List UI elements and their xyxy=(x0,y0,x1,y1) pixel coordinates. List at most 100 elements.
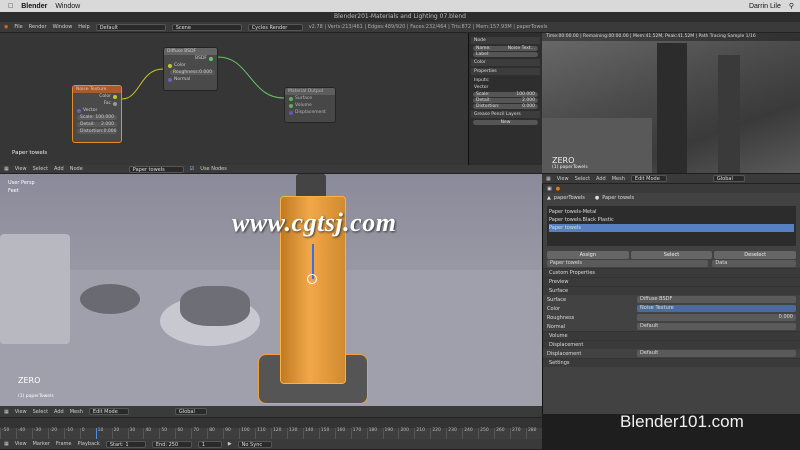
list-item[interactable]: Paper towels xyxy=(549,224,794,232)
use-nodes-checkbox[interactable]: ☑ xyxy=(190,166,194,172)
menu-frame[interactable]: Frame xyxy=(56,441,72,447)
menu-playback[interactable]: Playback xyxy=(78,441,100,447)
output-socket[interactable] xyxy=(113,101,117,106)
sync-select[interactable]: No Sync xyxy=(237,440,272,448)
grease-pencil-section[interactable]: Grease Pencil Layers xyxy=(471,111,540,118)
output-socket[interactable] xyxy=(113,94,117,99)
distortion-input[interactable]: Distortion: 0.000 xyxy=(77,129,117,134)
list-item[interactable]: Paper towels.Black Plastic xyxy=(549,216,794,224)
node-section[interactable]: Node xyxy=(471,37,540,44)
surface-shader-select[interactable]: Diffuse BSDF xyxy=(637,296,796,303)
deselect-button[interactable]: Deselect xyxy=(714,250,797,259)
menu-app[interactable]: Blender xyxy=(21,3,47,10)
editor-type-icon[interactable]: ▦ xyxy=(4,166,9,172)
color-link-select[interactable]: Noise Texture xyxy=(637,305,796,312)
current-frame-field[interactable]: 1 xyxy=(197,440,222,448)
apple-icon[interactable]:  xyxy=(8,3,13,10)
scale-field[interactable]: Scale: 100.000 xyxy=(473,92,538,97)
scene-select[interactable]: Scene xyxy=(171,23,242,31)
select-button[interactable]: Select xyxy=(630,250,713,259)
properties-section[interactable]: Properties xyxy=(471,68,540,75)
towel-cap[interactable] xyxy=(296,174,326,196)
color-section[interactable]: Color xyxy=(471,59,540,66)
diffuse-bsdf-node[interactable]: Diffuse BSDF BSDF Color Roughness: 0.000 … xyxy=(163,47,218,91)
search-icon[interactable]: ⚲ xyxy=(789,2,794,10)
input-socket[interactable] xyxy=(168,77,172,82)
noise-texture-node[interactable]: Noise Texture Color Fac Vector Scale: 100… xyxy=(72,85,122,143)
breadcrumb-material[interactable]: Paper towels xyxy=(602,195,634,201)
menu-view[interactable]: View xyxy=(15,166,27,172)
playhead[interactable] xyxy=(96,428,97,439)
normal-select[interactable]: Default xyxy=(637,323,796,330)
menu-view[interactable]: View xyxy=(557,176,569,182)
input-socket[interactable] xyxy=(289,110,293,115)
displacement-section[interactable]: Displacement xyxy=(543,340,800,349)
timeline-ruler[interactable]: -50 -40 -30 -20 -10 0 10 20 30 40 50 60 … xyxy=(0,428,542,439)
input-socket[interactable] xyxy=(289,103,293,108)
breadcrumb-object[interactable]: paperTowels xyxy=(554,195,585,201)
layout-select[interactable]: Default xyxy=(95,23,166,31)
node-label-field[interactable]: Label: xyxy=(473,52,538,57)
menu-window[interactable]: Window xyxy=(55,3,80,10)
end-frame-field[interactable]: End: 250 xyxy=(151,440,192,448)
menu-node[interactable]: Node xyxy=(70,166,83,172)
list-item[interactable]: Paper towels-Metal xyxy=(549,208,794,216)
start-frame-field[interactable]: Start: 1 xyxy=(105,440,146,448)
menu-mesh[interactable]: Mesh xyxy=(612,176,625,182)
menu-add[interactable]: Add xyxy=(596,176,606,182)
blender-icon[interactable]: ◉ xyxy=(4,24,8,30)
menu-add[interactable]: Add xyxy=(54,166,64,172)
distortion-field[interactable]: Distortion: 0.000 xyxy=(473,104,538,109)
node-editor[interactable]: Diffuse BSDF BSDF Color Roughness: 0.000 … xyxy=(0,33,468,165)
output-socket[interactable] xyxy=(209,56,213,61)
detail-input[interactable]: Detail: 2.000 xyxy=(77,122,117,127)
material-select[interactable]: Paper towels xyxy=(128,165,184,173)
settings-section[interactable]: Settings xyxy=(543,358,800,367)
roughness-input[interactable]: Roughness: 0.000 xyxy=(170,70,215,75)
input-socket[interactable] xyxy=(77,108,81,113)
menu-marker[interactable]: Marker xyxy=(33,441,50,447)
3d-cursor[interactable] xyxy=(307,274,317,284)
input-socket[interactable] xyxy=(289,96,293,101)
data-link-select[interactable]: Data xyxy=(712,260,796,267)
menu-mesh[interactable]: Mesh xyxy=(70,409,83,415)
menu-add[interactable]: Add xyxy=(54,409,64,415)
surface-section[interactable]: Surface xyxy=(543,286,800,295)
menu-window[interactable]: Window xyxy=(53,24,73,30)
editor-type-icon[interactable]: ▦ xyxy=(4,409,9,415)
user-name[interactable]: Darrin Lile xyxy=(749,3,781,10)
custom-properties-section[interactable]: Custom Properties xyxy=(543,268,800,277)
render-preview[interactable]: Time:00:00.00 | Remaining:00:00.00 | Mem… xyxy=(542,33,800,173)
menu-help[interactable]: Help xyxy=(78,24,89,30)
material-output-node[interactable]: Material Output Surface Volume Displacem… xyxy=(284,87,336,123)
volume-section[interactable]: Volume xyxy=(543,331,800,340)
editor-type-icon[interactable]: ▦ xyxy=(546,176,551,182)
editor-type-icon[interactable]: ▦ xyxy=(4,441,9,447)
node-name-field[interactable]: Name: Noise Text... xyxy=(473,46,538,51)
roughness-slider[interactable]: 0.000 xyxy=(637,314,796,321)
assign-button[interactable]: Assign xyxy=(547,250,629,259)
render-tab-icon[interactable]: ▣ xyxy=(547,186,552,192)
material-field[interactable]: Paper towels xyxy=(547,260,709,267)
timeline[interactable]: -50 -40 -30 -20 -10 0 10 20 30 40 50 60 … xyxy=(0,418,542,450)
menu-view[interactable]: View xyxy=(15,409,27,415)
mode-select[interactable]: Edit Mode xyxy=(630,175,667,182)
preview-section[interactable]: Preview xyxy=(543,277,800,286)
detail-field[interactable]: Detail: 2.000 xyxy=(473,98,538,103)
displacement-select[interactable]: Default xyxy=(637,350,796,357)
orientation-select[interactable]: Global xyxy=(712,175,745,182)
engine-select[interactable]: Cycles Render xyxy=(247,23,303,31)
menu-view[interactable]: View xyxy=(15,441,27,447)
material-tab-icon[interactable]: ● xyxy=(556,186,560,192)
menu-select[interactable]: Select xyxy=(33,166,48,172)
menu-file[interactable]: File xyxy=(14,24,22,30)
menu-render[interactable]: Render xyxy=(29,24,47,30)
orientation-select[interactable]: Global xyxy=(174,408,207,415)
menu-select[interactable]: Select xyxy=(33,409,48,415)
scale-input[interactable]: Scale: 100.000 xyxy=(77,115,117,120)
mode-select[interactable]: Edit Mode xyxy=(88,408,129,415)
input-socket[interactable] xyxy=(168,63,172,68)
play-icon[interactable]: ▶ xyxy=(228,441,232,447)
menu-select[interactable]: Select xyxy=(575,176,590,182)
new-button[interactable]: New xyxy=(473,120,538,125)
